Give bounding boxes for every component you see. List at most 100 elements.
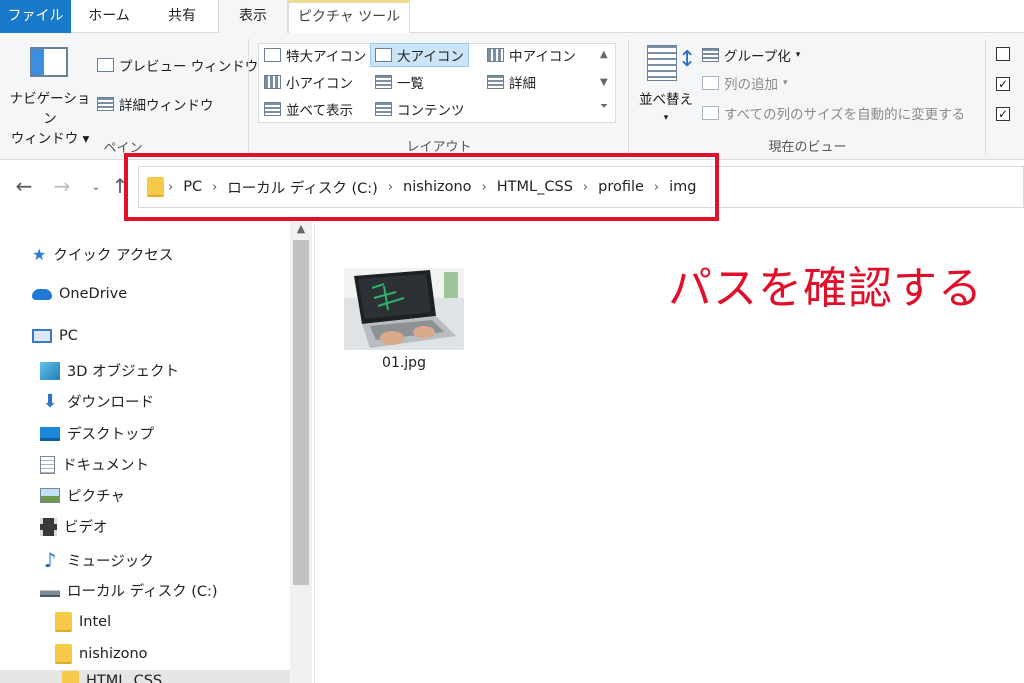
download-arrow-icon: ⬇ [42,391,58,412]
forward-arrow-icon[interactable]: → [50,174,74,198]
film-icon [40,517,57,536]
layout-details[interactable]: 詳細 [487,72,536,92]
chevron-right-icon[interactable]: › [388,180,393,195]
scroll-up-icon[interactable]: ▲ [293,222,309,235]
tab-file[interactable]: ファイル [0,0,71,33]
nav-nishizono-label: nishizono [79,646,148,662]
pane-group: ナビゲーション ウィンドウ ▾ プレビュー ウィンドウ 詳細ウィンドウ ペイン [0,33,258,160]
breadcrumb-nishizono[interactable]: nishizono [403,179,472,195]
ribbon-divider [628,39,629,155]
file-extensions-checkbox[interactable]: ✓ [996,77,1010,91]
ribbon-divider [248,39,249,155]
add-columns-label: 列の追加 [724,77,778,93]
recent-locations-chevron-icon[interactable]: ⌄ [84,180,108,193]
breadcrumb-img[interactable]: img [669,179,696,195]
nav-local-disk-label: ローカル ディスク (C:) [67,584,218,600]
size-all-columns-button[interactable]: すべての列のサイズを自動的に変更する [702,103,965,123]
group-by-icon [702,48,719,62]
nav-html-css-label: HTML_CSS [86,673,163,683]
chevron-right-icon[interactable]: › [654,180,659,195]
layout-large-icons[interactable]: 大アイコン [370,43,469,67]
item-checkboxes-checkbox[interactable] [996,47,1010,61]
sort-by-icon [647,45,677,81]
layout-medium-icons[interactable]: 中アイコン [487,45,576,65]
annotation-text: パスを確認する [668,263,983,314]
nav-downloads[interactable]: ⬇ ダウンロード [40,391,154,412]
scrollbar-thumb[interactable] [293,240,309,585]
navigation-pane: ★ クイック アクセス OneDrive PC 3D オブジェクト ⬇ ダウンロ… [0,222,290,683]
layout-content[interactable]: コンテンツ [375,99,465,119]
layout-group-label: レイアウト [406,140,472,155]
nav-onedrive-label: OneDrive [59,286,128,302]
up-arrow-icon[interactable]: ↑ [108,174,132,198]
chevron-down-icon: ▾ [795,50,801,60]
music-note-icon: ♪ [43,548,57,572]
nav-videos[interactable]: ビデオ [40,516,108,537]
tab-view[interactable]: 表示 [218,0,288,34]
nav-intel-label: Intel [79,614,112,630]
nav-desktop[interactable]: デスクトップ [40,423,154,444]
preview-window-label: プレビュー ウィンドウ [119,59,259,75]
picture-icon [40,488,60,503]
nav-pictures[interactable]: ピクチャ [40,485,125,506]
preview-pane-icon [97,58,114,72]
nav-onedrive[interactable]: OneDrive [32,286,127,302]
cloud-icon [32,288,52,300]
ribbon-divider [985,39,986,155]
layout-tiles[interactable]: 並べて表示 [264,99,353,119]
chevron-right-icon[interactable]: › [212,180,217,195]
chevron-right-icon[interactable]: › [482,180,487,195]
nav-local-disk[interactable]: ローカル ディスク (C:) [40,580,218,601]
sort-by-button[interactable]: 並べ替え ▾ [635,91,697,127]
nav-quick-access[interactable]: ★ クイック アクセス [32,244,173,265]
preview-window-button[interactable]: プレビュー ウィンドウ [97,55,258,75]
nav-3d-objects-label: 3D オブジェクト [67,364,179,380]
file-name-label[interactable]: 01.jpg [344,355,464,371]
tab-picture-tools[interactable]: ピクチャ ツール [288,0,410,33]
pane-group-label: ペイン [103,141,143,156]
nav-downloads-label: ダウンロード [67,395,154,411]
nav-pc[interactable]: PC [32,328,78,344]
nav-documents[interactable]: ドキュメント [40,454,149,475]
sort-arrows-icon: ↕ [678,47,697,72]
layout-extra-large-icons[interactable]: 特大アイコン [264,45,366,65]
nav-3d-objects[interactable]: 3D オブジェクト [40,360,179,381]
details-window-label: 詳細ウィンドウ [119,98,214,114]
nav-music[interactable]: ♪ ミュージック [40,548,154,572]
add-columns-icon [702,76,719,90]
group-by-button[interactable]: グループ化 ▾ [702,45,800,65]
breadcrumb-profile[interactable]: profile [598,179,644,195]
ribbon: ナビゲーション ウィンドウ ▾ プレビュー ウィンドウ 詳細ウィンドウ ペイン … [0,33,1024,160]
layout-list[interactable]: 一覧 [375,72,424,92]
address-bar[interactable]: › PC › ローカル ディスク (C:) › nishizono › HTML… [138,166,1024,208]
folder-icon [62,671,79,683]
tab-home[interactable]: ホーム [71,0,147,33]
add-columns-button[interactable]: 列の追加 ▾ [702,73,788,93]
details-window-button[interactable]: 詳細ウィンドウ [97,94,214,114]
breadcrumb-local-disk[interactable]: ローカル ディスク (C:) [227,177,378,198]
small-icons-icon [264,75,281,89]
folder-icon [147,177,164,197]
chevron-down-icon: ▾ [663,113,669,123]
nav-music-label: ミュージック [67,553,154,570]
large-icons-icon [375,48,392,62]
nav-html-css[interactable]: HTML_CSS [0,670,290,683]
nav-pictures-label: ピクチャ [67,489,125,505]
computer-icon [32,329,52,343]
pane-divider[interactable] [314,222,315,683]
nav-nishizono[interactable]: nishizono [55,644,148,664]
layout-small-icons[interactable]: 小アイコン [264,72,353,92]
nav-desktop-label: デスクトップ [67,427,154,443]
back-arrow-icon[interactable]: ← [12,174,36,198]
breadcrumb-html-css[interactable]: HTML_CSS [497,179,573,195]
breadcrumb-pc[interactable]: PC [183,179,202,195]
file-thumbnail[interactable] [344,268,464,350]
hidden-items-checkbox[interactable]: ✓ [996,107,1010,121]
size-all-columns-label: すべての列のサイズを自動的に変更する [724,107,966,123]
chevron-right-icon[interactable]: › [168,180,173,195]
nav-intel[interactable]: Intel [55,612,111,632]
ribbon-tab-bar: ファイル ホーム 共有 表示 ピクチャ ツール [0,0,1024,34]
tab-share[interactable]: 共有 [147,0,217,33]
chevron-right-icon[interactable]: › [583,180,588,195]
content-icon [375,102,392,116]
